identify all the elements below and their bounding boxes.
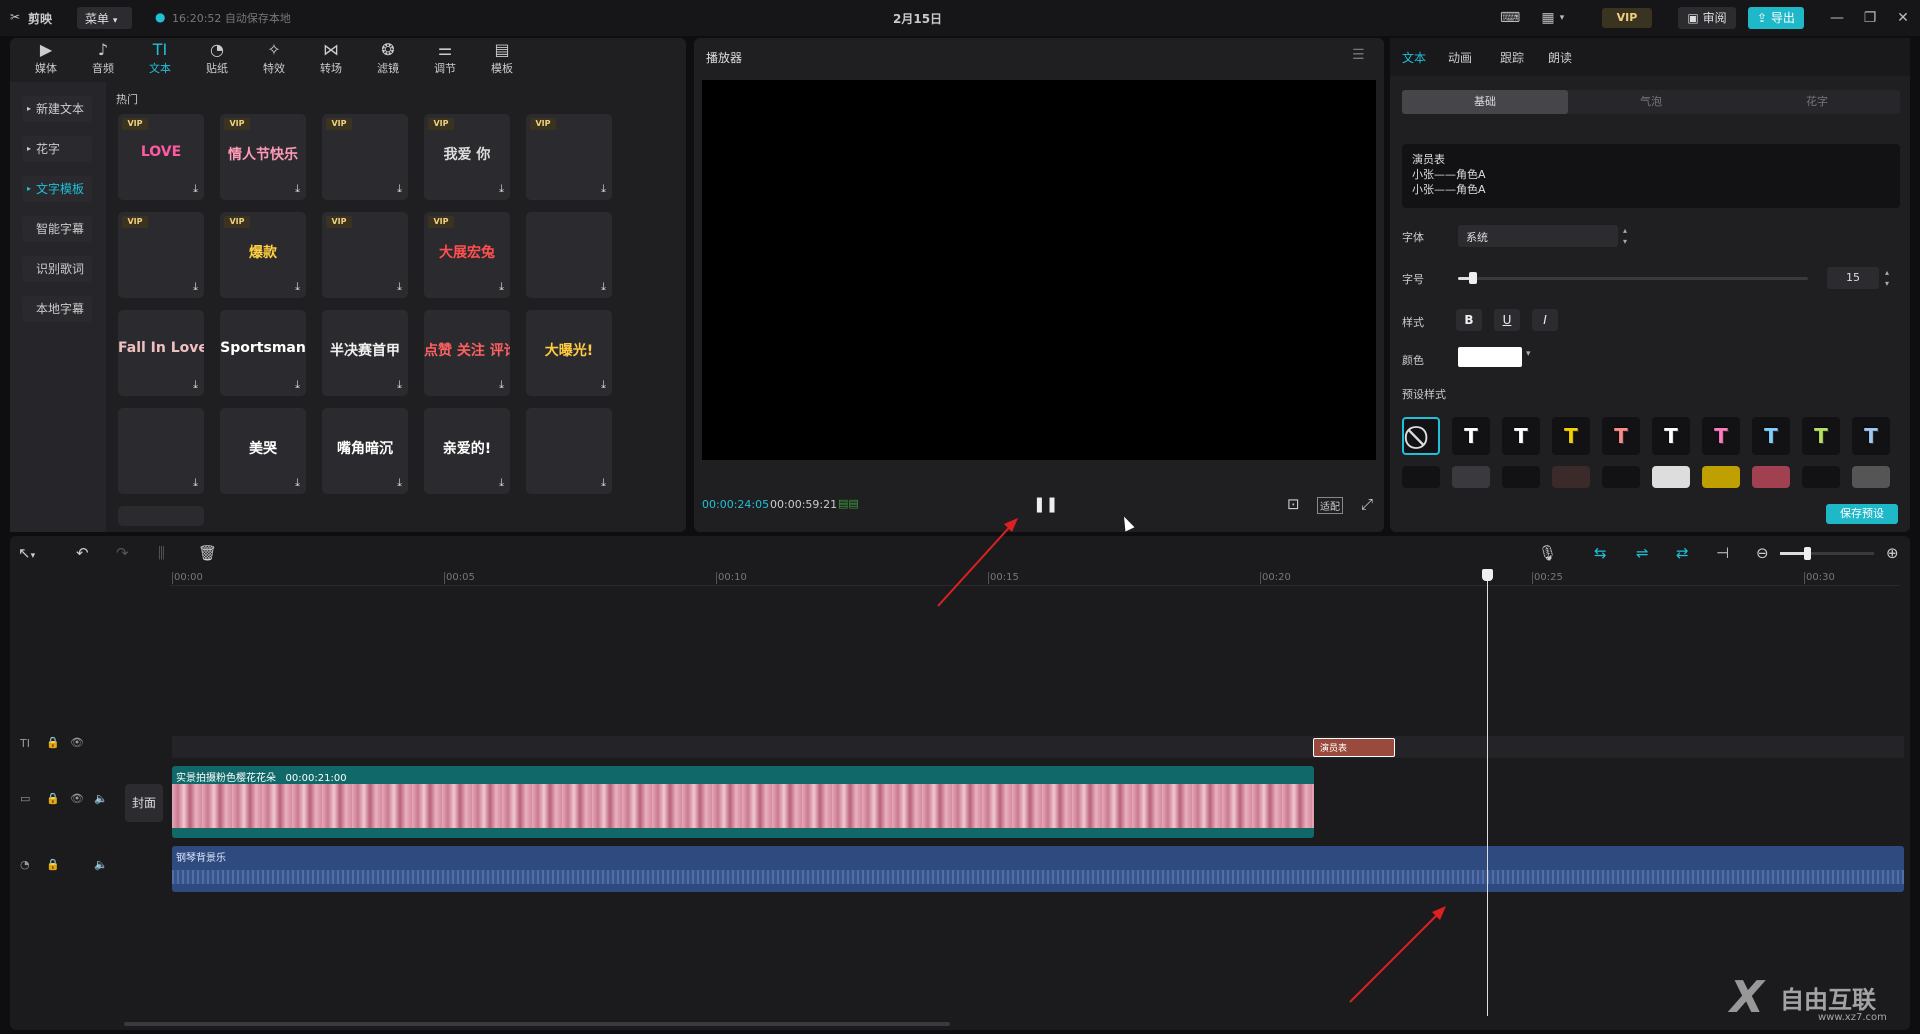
annotation-arrows: [937, 518, 1446, 1003]
watermark-url: www.xz7.com: [1818, 1012, 1887, 1023]
app-window: ✂ 剪映 菜单 ▾ ● 16:20:52 自动保存本地 2月15日 ⌨ ▦ ▾ …: [0, 0, 1920, 1034]
watermark-logo-icon: X: [1730, 972, 1764, 1023]
watermark-text: 自由互联: [1780, 986, 1876, 1014]
